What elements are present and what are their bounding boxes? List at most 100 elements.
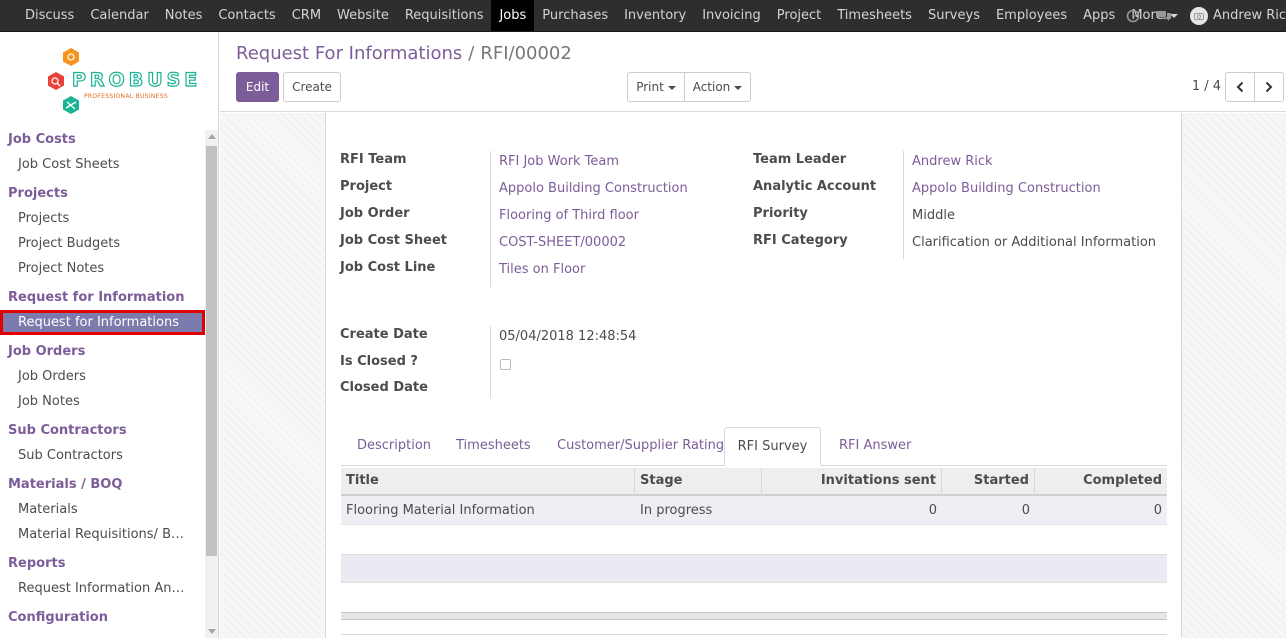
table-footer [341,612,1167,620]
field-job-order[interactable]: Flooring of Third floor [499,205,639,227]
sidebar-menu: Job Costs Job Cost Sheets Projects Proje… [0,130,205,638]
field-separator [490,151,491,287]
company-logo[interactable]: PROBUSE PROFESSIONAL BUSINESS [0,32,219,130]
field-label-create-date: Create Date [340,327,428,342]
section-reports: Reports [8,556,66,571]
menu-contacts[interactable]: Contacts [210,0,283,31]
print-label: Print [636,80,664,94]
scrollbar-thumb[interactable] [206,146,217,556]
menu-requisitions[interactable]: Requisitions [397,0,492,31]
menu-discuss[interactable]: Discuss [17,0,82,31]
pager-value[interactable]: 1 / 4 [1192,79,1221,94]
menu-timesheets[interactable]: Timesheets [829,0,920,31]
user-menu[interactable]: Andrew Ric [1190,6,1286,25]
breadcrumb-separator: / [468,43,475,64]
field-priority[interactable]: Middle [912,205,955,227]
field-label-job-order: Job Order [340,206,410,221]
menu-calendar[interactable]: Calendar [82,0,156,31]
menu-project[interactable]: Project [769,0,829,31]
sidebar-item-materials[interactable]: Materials [0,497,205,522]
breadcrumb-current: RFI/00002 [480,43,572,64]
field-job-cost-line[interactable]: Tiles on Floor [499,259,585,281]
field-project[interactable]: Appolo Building Construction [499,178,688,200]
menu-website[interactable]: Website [329,0,397,31]
column-stage[interactable]: Stage [635,468,762,496]
column-title[interactable]: Title [341,468,635,496]
menu-invoicing[interactable]: Invoicing [694,0,769,31]
menu-surveys[interactable]: Surveys [920,0,988,31]
chevron-right-icon [1265,81,1273,93]
field-label-closed-date: Closed Date [340,380,428,395]
field-label-team-leader: Team Leader [753,152,847,167]
menu-inventory[interactable]: Inventory [616,0,694,31]
is-closed-checkbox[interactable] [500,359,511,370]
sidebar-item-request-for-informations[interactable]: Request for Informations [0,310,205,335]
cell-title: Flooring Material Information [346,503,535,518]
chevron-down-icon [734,85,743,90]
camera-icon [1194,12,1204,20]
clock-icon[interactable] [1126,9,1140,23]
sidebar-item-sub-contractors[interactable]: Sub Contractors [0,443,205,468]
section-materials-boq: Materials / BOQ [8,477,123,492]
sidebar-item-job-orders[interactable]: Job Orders [0,364,205,389]
section-sub-contractors: Sub Contractors [8,423,127,438]
tab-description[interactable]: Description [357,427,431,466]
menu-jobs[interactable]: Jobs [491,0,535,31]
section-configuration: Configuration [8,610,108,625]
logo-brand: PROBUSE [71,68,202,91]
table-row-empty [341,554,1167,583]
chat-icon[interactable] [1156,9,1172,23]
section-request-for-information: Request for Information [8,290,185,305]
field-separator [490,326,491,398]
tab-rfi-survey[interactable]: RFI Survey [724,427,821,466]
table-row[interactable]: Flooring Material Information In progres… [341,496,1167,525]
action-button[interactable]: Action [684,72,751,102]
menu-crm[interactable]: CRM [284,0,329,31]
column-completed[interactable]: Completed [1035,468,1167,496]
field-create-date: 05/04/2018 12:48:54 [499,329,637,344]
menu-notes[interactable]: Notes [157,0,211,31]
scroll-up-icon[interactable] [208,134,216,139]
field-rfi-category[interactable]: Clarification or Additional Information [912,232,1156,254]
top-menu-bar: Discuss Calendar Notes Contacts CRM Webs… [0,0,1286,32]
control-panel: Request For Informations / RFI/00002 Edit … [220,32,1286,112]
sidebar-item-project-notes[interactable]: Project Notes [0,256,205,281]
column-invitations-sent[interactable]: Invitations sent [762,468,942,496]
field-label-rfi-team: RFI Team [340,152,407,167]
cell-invitations-sent: 0 [928,503,937,518]
column-started[interactable]: Started [942,468,1035,496]
chevron-left-icon [1236,81,1244,93]
create-button[interactable]: Create [283,72,341,102]
field-label-priority: Priority [753,206,808,221]
sidebar-item-projects[interactable]: Projects [0,206,205,231]
field-rfi-team[interactable]: RFI Job Work Team [499,151,619,173]
tab-timesheets[interactable]: Timesheets [456,427,531,466]
tab-customer-supplier-rating[interactable]: Customer/Supplier Rating [557,427,724,466]
pager-next-button[interactable] [1254,72,1284,102]
cell-completed: 0 [1153,503,1162,518]
pager-previous-button[interactable] [1225,72,1255,102]
section-job-costs: Job Costs [8,132,76,147]
breadcrumb: Request For Informations / RFI/00002 [236,43,572,64]
field-team-leader[interactable]: Andrew Rick [912,151,993,173]
sidebar-item-material-requisitions[interactable]: Material Requisitions/ B… [0,522,205,547]
edit-button[interactable]: Edit [236,72,279,102]
breadcrumb-parent[interactable]: Request For Informations [236,43,462,64]
section-projects: Projects [8,186,68,201]
menu-employees[interactable]: Employees [988,0,1075,31]
tab-rfi-answer[interactable]: RFI Answer [839,427,911,466]
table-divider [341,634,1167,635]
field-analytic-account[interactable]: Appolo Building Construction [912,178,1101,200]
field-job-cost-sheet[interactable]: COST-SHEET/00002 [499,232,626,254]
notebook-tabs: Description Timesheets Customer/Supplier… [341,427,1167,466]
cell-stage: In progress [640,503,713,518]
menu-purchases[interactable]: Purchases [534,0,616,31]
scroll-down-icon[interactable] [208,629,216,634]
sidebar-item-request-information-analysis[interactable]: Request Information An… [0,576,205,601]
sidebar-item-job-cost-sheets[interactable]: Job Cost Sheets [0,152,205,177]
app-menu: Discuss Calendar Notes Contacts CRM Webs… [17,0,1186,31]
sidebar-scrollbar[interactable] [205,130,218,638]
print-button[interactable]: Print [627,72,685,102]
sidebar-item-job-notes[interactable]: Job Notes [0,389,205,414]
sidebar-item-project-budgets[interactable]: Project Budgets [0,231,205,256]
